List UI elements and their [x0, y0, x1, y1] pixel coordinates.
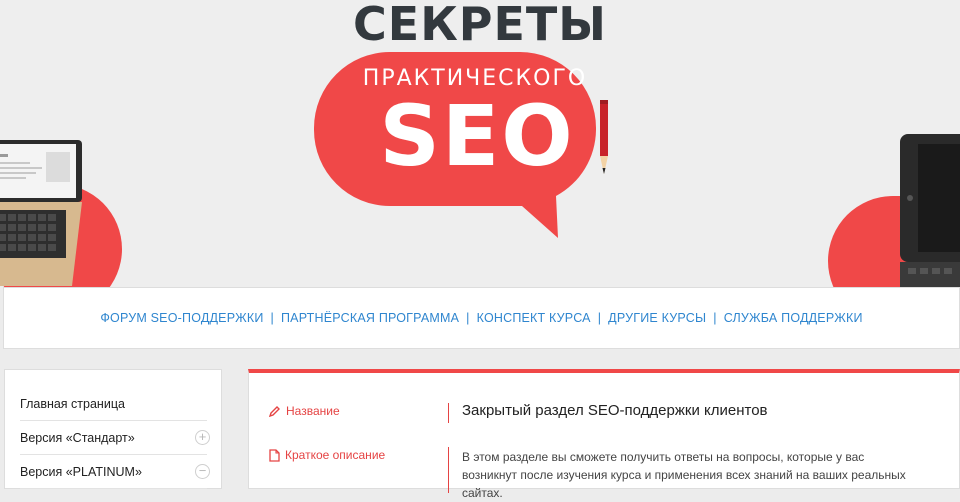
pencil-icon [269, 406, 280, 417]
sidebar-item-home[interactable]: Главная страница [20, 387, 207, 421]
sidebar-item-standard[interactable]: Версия «Стандарт» + [20, 421, 210, 455]
section-description: В этом разделе вы сможете получить ответ… [462, 450, 906, 500]
nav-separator: | [597, 311, 602, 325]
document-icon [269, 448, 280, 462]
field-divider [448, 447, 449, 493]
nav-separator: | [713, 311, 717, 325]
logo-seo-text: SEO [379, 87, 575, 185]
field-label-text: Краткое описание [285, 448, 386, 462]
field-divider [448, 403, 449, 423]
sidebar-menu: Главная страница Версия «Стандарт» + Вер… [4, 369, 222, 489]
sidebar-item-label: Версия «PLATINUM» [20, 465, 142, 479]
logo-title: СЕКРЕТЫ [353, 0, 607, 51]
nav-link-course-summary[interactable]: КОНСПЕКТ КУРСА [477, 311, 591, 325]
sidebar-item-platinum[interactable]: Версия «PLATINUM» − [20, 455, 210, 489]
pencil-icon [600, 100, 608, 174]
sidebar-item-label: Версия «Стандарт» [20, 431, 135, 445]
minus-circle-icon[interactable]: − [195, 464, 210, 479]
tablet-illustration [900, 134, 960, 290]
sidebar-item-label: Главная страница [20, 397, 125, 411]
nav-link-support[interactable]: СЛУЖБА ПОДДЕРЖКИ [724, 311, 863, 325]
section-title: Закрытый раздел SEO-поддержки клиентов [462, 402, 768, 419]
field-label-text: Название [286, 404, 340, 418]
nav-link-partner-program[interactable]: ПАРТНЁРСКАЯ ПРОГРАММА [281, 311, 459, 325]
site-header: СЕКРЕТЫ ПРАКТИЧЕСКОГО SEO [0, 0, 960, 290]
plus-circle-icon[interactable]: + [195, 430, 210, 445]
nav-separator: | [466, 311, 470, 325]
content-panel: Название Закрытый раздел SEO-поддержки к… [248, 369, 960, 500]
field-label-title: Название [269, 404, 340, 418]
top-navigation: ФОРУМ SEO-ПОДДЕРЖКИ | ПАРТНЁРСКАЯ ПРОГРА… [3, 287, 960, 349]
nav-link-forum[interactable]: ФОРУМ SEO-ПОДДЕРЖКИ [100, 311, 263, 325]
nav-separator: | [270, 311, 274, 325]
field-label-description: Краткое описание [269, 448, 385, 462]
laptop-illustration [0, 140, 82, 286]
nav-link-other-courses[interactable]: ДРУГИЕ КУРСЫ [608, 311, 706, 325]
